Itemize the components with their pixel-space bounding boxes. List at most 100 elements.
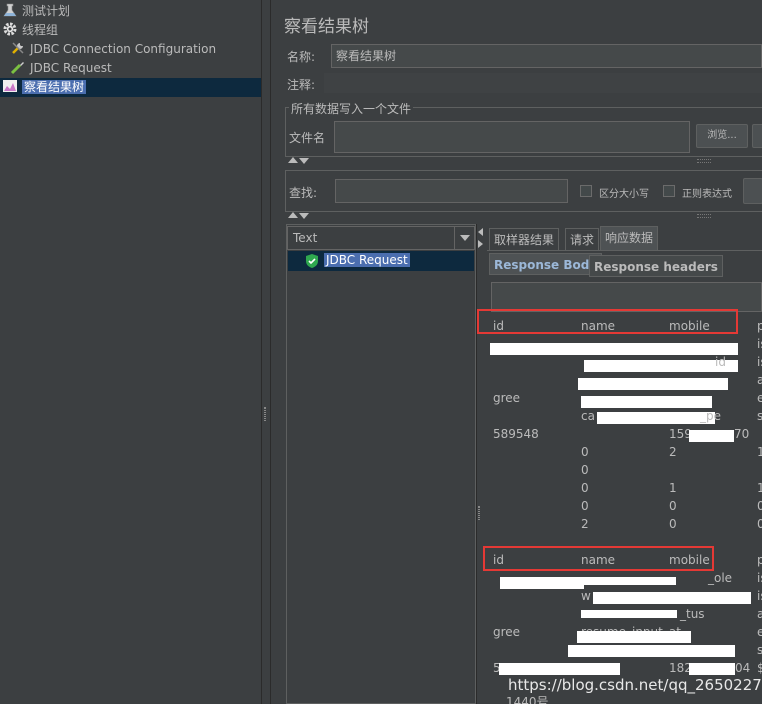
case-sensitive-checkbox[interactable] xyxy=(580,185,592,197)
cell-text: ca xyxy=(581,409,595,423)
tab-response-data[interactable]: 响应数据 xyxy=(600,226,659,250)
tab-sampler-result[interactable]: 取样器结果 xyxy=(489,228,560,250)
splitter-grip[interactable] xyxy=(264,407,266,421)
tree-item-view-results-tree[interactable]: 察看结果树 xyxy=(0,78,261,97)
highlight-box xyxy=(483,546,714,571)
filename-label: 文件名 xyxy=(289,131,326,145)
tree-item-label: 察看结果树 xyxy=(22,80,87,94)
header-p: p xyxy=(757,319,762,333)
watermark: https://blog.csdn.net/qq_26502272 xyxy=(508,676,762,694)
result-item-row[interactable]: JDBC Request xyxy=(288,251,474,271)
cell-text: 0 xyxy=(581,463,589,477)
splitter-grip[interactable] xyxy=(478,506,480,520)
cell-text: _pe xyxy=(700,409,721,423)
redaction-bar xyxy=(597,412,715,424)
regex-label: 正则表达式 xyxy=(682,189,732,200)
cell-text: a xyxy=(757,607,762,621)
arrow-down-icon xyxy=(299,213,309,219)
cell-text: is xyxy=(757,337,762,351)
cell-text: s xyxy=(757,643,762,657)
tree-item-thread-group[interactable]: 线程组 xyxy=(2,21,58,40)
search-input[interactable] xyxy=(335,179,568,203)
subtab-response-headers[interactable]: Response headers xyxy=(589,255,723,277)
tree-item-test-plan[interactable]: 测试计划 xyxy=(2,2,70,21)
test-plan-icon xyxy=(2,2,18,18)
file-group-legend: 所有数据写入一个文件 xyxy=(289,100,414,117)
redaction-bar xyxy=(581,396,712,408)
cell-text: 0 xyxy=(757,499,762,513)
cell-text: 1 xyxy=(669,481,677,495)
test-plan-tree: 测试计划 线程组 JDBC Connection Configuration J… xyxy=(0,0,262,704)
redaction-bar xyxy=(500,577,584,589)
success-shield-icon xyxy=(305,253,319,272)
cell-text: a xyxy=(757,373,762,387)
cell-text: e xyxy=(757,391,762,405)
browse-button[interactable]: 浏览... xyxy=(696,124,748,148)
cell-text: 0 xyxy=(757,517,762,531)
tree-item-jdbc-connection[interactable]: JDBC Connection Configuration xyxy=(10,40,216,59)
cell-text: is xyxy=(757,355,762,369)
redaction-bar xyxy=(581,610,677,618)
name-field[interactable]: 察看结果树 xyxy=(331,44,762,68)
tab-request[interactable]: 请求 xyxy=(565,228,600,250)
wrench-icon xyxy=(10,40,26,56)
arrow-right-icon xyxy=(478,240,483,248)
renderer-value: Text xyxy=(293,231,318,245)
regex-checkbox[interactable] xyxy=(663,185,675,197)
cell-text: s xyxy=(757,409,762,423)
tree-item-label: 线程组 xyxy=(22,23,59,37)
chart-icon xyxy=(2,78,18,94)
cell-text: 2 xyxy=(581,517,589,531)
gear-icon xyxy=(2,21,18,37)
cell-text: w xyxy=(581,589,591,603)
cell-text: 589548 xyxy=(493,427,539,441)
result-list-panel xyxy=(286,224,476,704)
cell-text: is xyxy=(757,571,762,585)
subtab-response-body[interactable]: Response Body xyxy=(489,253,603,275)
cell-text: 0 xyxy=(669,499,677,513)
display-button[interactable] xyxy=(752,124,762,148)
name-label: 名称: xyxy=(287,50,316,64)
redaction-bar xyxy=(568,645,735,657)
cell-text: 0 xyxy=(581,445,589,459)
find-button[interactable] xyxy=(743,178,762,204)
cell-text: $ xyxy=(757,661,762,675)
cell-text: _ole xyxy=(708,571,733,585)
grip-handle[interactable] xyxy=(697,159,711,163)
cell-text: gree xyxy=(493,391,521,405)
case-sensitive-label: 区分大小写 xyxy=(599,189,649,200)
inner-splitter[interactable] xyxy=(476,224,484,704)
comment-label: 注释: xyxy=(287,78,316,92)
cell-text: 1 xyxy=(757,481,762,495)
cell-text: gree xyxy=(493,625,521,639)
tree-item-label: JDBC Request xyxy=(30,61,112,75)
renderer-select[interactable]: Text xyxy=(287,226,475,250)
main-splitter[interactable] xyxy=(262,0,271,704)
tree-item-jdbc-request[interactable]: JDBC Request xyxy=(10,59,112,78)
cell-text: is xyxy=(757,589,762,603)
cell-text: 1440号 xyxy=(506,695,549,704)
redaction-bar xyxy=(578,378,728,390)
comment-field[interactable] xyxy=(324,73,762,93)
arrow-left-icon xyxy=(478,228,483,236)
header-p: p xyxy=(757,553,762,567)
arrow-up-icon xyxy=(288,212,298,218)
cell-text: 0 xyxy=(581,499,589,513)
cell-text: id xyxy=(715,355,726,369)
response-search-field[interactable] xyxy=(491,282,762,312)
arrow-up-icon xyxy=(288,157,298,163)
result-item-label: JDBC Request xyxy=(324,253,410,267)
filename-field[interactable] xyxy=(334,121,690,153)
tree-item-label: 测试计划 xyxy=(22,4,71,18)
cell-text: _tus xyxy=(680,607,705,621)
search-label: 查找: xyxy=(289,186,318,200)
dropdown-button[interactable] xyxy=(454,227,474,249)
redaction-bar xyxy=(689,430,734,442)
cell-text: 1 xyxy=(757,445,762,459)
tree-item-label: JDBC Connection Configuration xyxy=(30,42,217,56)
pipette-icon xyxy=(10,59,26,75)
redaction-bar xyxy=(577,631,691,643)
redaction-bar xyxy=(689,663,735,675)
grip-handle[interactable] xyxy=(697,214,711,218)
cell-text: 0 xyxy=(581,481,589,495)
